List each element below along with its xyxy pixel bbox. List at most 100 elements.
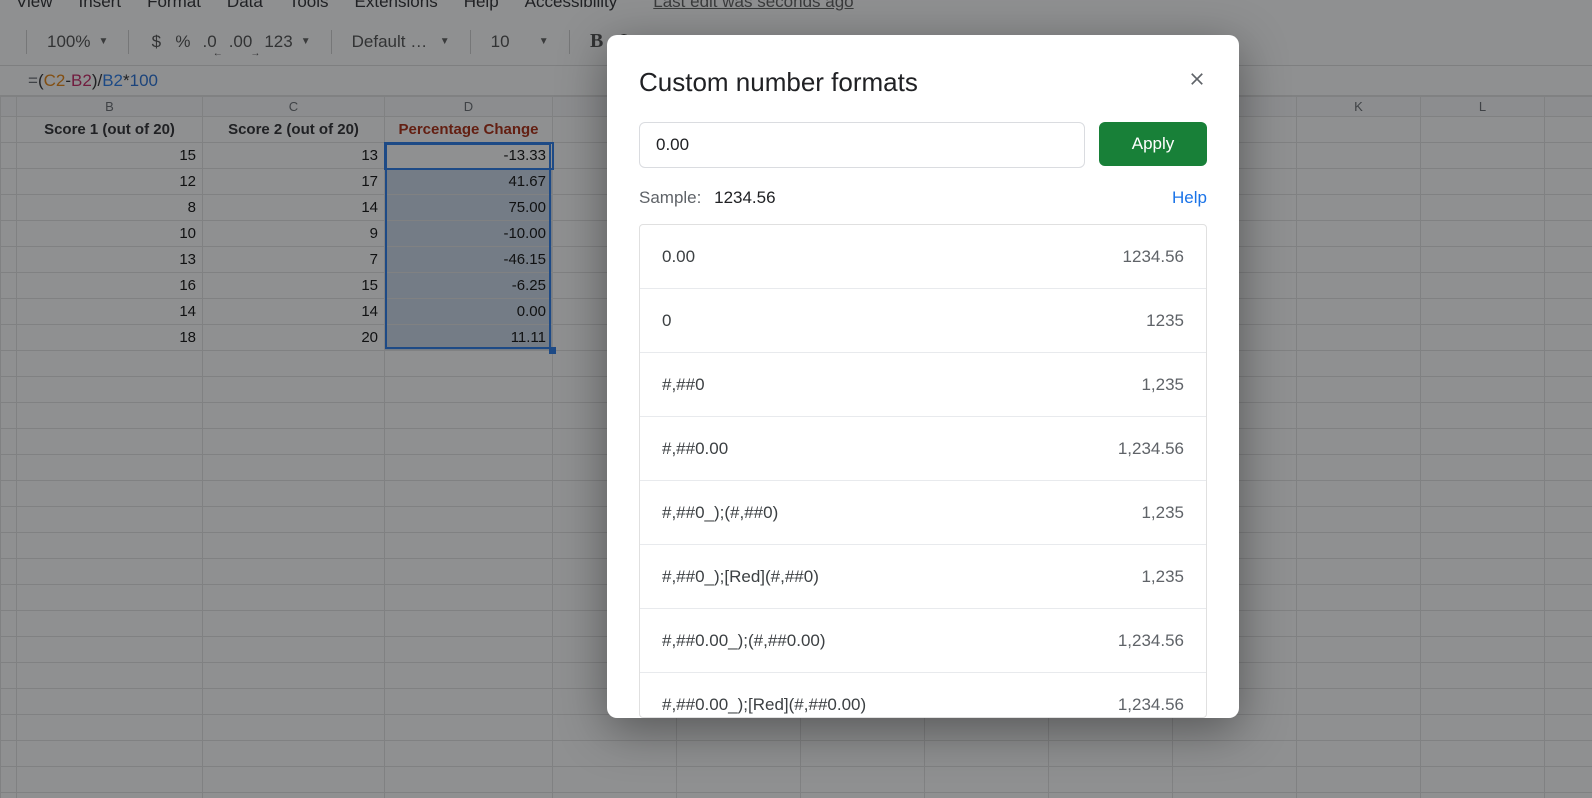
cell[interactable] (385, 767, 553, 793)
cell[interactable] (17, 377, 203, 403)
row-header[interactable] (1, 689, 17, 715)
cell[interactable] (1545, 377, 1592, 403)
cell-C-8[interactable]: 14 (203, 299, 385, 325)
cell[interactable] (203, 559, 385, 585)
cell[interactable] (925, 715, 1049, 741)
cell[interactable] (1545, 117, 1592, 143)
cell[interactable] (553, 741, 677, 767)
cell[interactable] (1545, 793, 1592, 798)
format-option-0[interactable]: 0.001234.56 (640, 225, 1206, 289)
format-option-4[interactable]: #,##0_);(#,##0)1,235 (640, 481, 1206, 545)
cell[interactable] (17, 663, 203, 689)
cell[interactable] (1297, 117, 1421, 143)
cell[interactable] (1297, 273, 1421, 299)
cell-B-3[interactable]: 12 (17, 169, 203, 195)
row-header[interactable] (1, 663, 17, 689)
cell[interactable] (1297, 169, 1421, 195)
cell[interactable] (1297, 793, 1421, 798)
cell[interactable] (1421, 559, 1545, 585)
row-header[interactable] (1, 273, 17, 299)
cell[interactable] (203, 585, 385, 611)
cell[interactable] (385, 793, 553, 798)
cell-B-6[interactable]: 13 (17, 247, 203, 273)
cell[interactable] (385, 481, 553, 507)
cell[interactable] (1421, 637, 1545, 663)
row-header[interactable] (1, 325, 17, 351)
col-header-K[interactable]: K (1297, 97, 1421, 117)
edit-status[interactable]: Last edit was seconds ago (653, 0, 853, 12)
cell-D-9[interactable]: 11.11 (385, 325, 553, 351)
cell[interactable] (801, 715, 925, 741)
menu-extensions[interactable]: Extensions (355, 0, 438, 12)
cell-D-6[interactable]: -46.15 (385, 247, 553, 273)
cell[interactable] (1421, 195, 1545, 221)
cell[interactable] (1545, 429, 1592, 455)
cell[interactable] (203, 377, 385, 403)
cell-D-7[interactable]: -6.25 (385, 273, 553, 299)
cell-C-2[interactable]: 13 (203, 143, 385, 169)
cell[interactable] (17, 429, 203, 455)
cell[interactable] (1421, 299, 1545, 325)
row-header[interactable] (1, 169, 17, 195)
cell[interactable] (1545, 715, 1592, 741)
cell[interactable] (1421, 221, 1545, 247)
row-header[interactable] (1, 507, 17, 533)
cell[interactable] (385, 533, 553, 559)
cell[interactable] (1545, 585, 1592, 611)
font-size-dropdown[interactable]: 10 ▼ (485, 27, 555, 57)
format-option-7[interactable]: #,##0.00_);[Red](#,##0.00)1,234.56 (640, 673, 1206, 718)
cell[interactable] (385, 455, 553, 481)
select-all-corner[interactable] (1, 97, 17, 117)
cell[interactable] (203, 429, 385, 455)
font-family-dropdown[interactable]: Default (Ari… ▼ (346, 27, 456, 57)
cell[interactable] (801, 793, 925, 798)
cell[interactable] (1421, 767, 1545, 793)
cell-D-2[interactable]: -13.33 (385, 143, 553, 169)
cell[interactable] (385, 663, 553, 689)
menu-data[interactable]: Data (227, 0, 263, 12)
col-header-D[interactable]: D (385, 97, 553, 117)
row-header[interactable] (1, 221, 17, 247)
cell[interactable] (1297, 221, 1421, 247)
cell[interactable] (1049, 793, 1173, 798)
bold-button[interactable]: B (584, 27, 610, 57)
cell[interactable] (1049, 767, 1173, 793)
cell[interactable] (17, 507, 203, 533)
format-input[interactable] (639, 122, 1085, 168)
cell[interactable] (203, 455, 385, 481)
cell[interactable] (17, 403, 203, 429)
cell[interactable] (17, 533, 203, 559)
cell[interactable] (1297, 507, 1421, 533)
row-header[interactable] (1, 195, 17, 221)
menu-view[interactable]: View (16, 0, 53, 12)
format-option-3[interactable]: #,##0.001,234.56 (640, 417, 1206, 481)
cell-B-9[interactable]: 18 (17, 325, 203, 351)
cell[interactable] (553, 767, 677, 793)
cell[interactable] (1421, 585, 1545, 611)
cell[interactable] (1297, 559, 1421, 585)
cell[interactable] (925, 767, 1049, 793)
cell[interactable] (1297, 299, 1421, 325)
cell[interactable] (1421, 273, 1545, 299)
cell-B-5[interactable]: 10 (17, 221, 203, 247)
menu-format[interactable]: Format (147, 0, 201, 12)
cell[interactable] (1297, 403, 1421, 429)
cell[interactable] (1545, 221, 1592, 247)
cell[interactable] (1545, 169, 1592, 195)
cell[interactable] (1421, 325, 1545, 351)
cell[interactable] (1545, 611, 1592, 637)
col-header-L[interactable]: L (1421, 97, 1545, 117)
row-header[interactable] (1, 715, 17, 741)
cell[interactable] (1545, 273, 1592, 299)
format-option-2[interactable]: #,##01,235 (640, 353, 1206, 417)
row-header[interactable] (1, 741, 17, 767)
cell-B-7[interactable]: 16 (17, 273, 203, 299)
row-header[interactable] (1, 559, 17, 585)
cell[interactable] (1421, 481, 1545, 507)
cell[interactable] (1297, 377, 1421, 403)
row-header[interactable] (1, 247, 17, 273)
cell[interactable] (1049, 715, 1173, 741)
cell[interactable] (385, 611, 553, 637)
cell[interactable] (1421, 715, 1545, 741)
cell[interactable] (1421, 793, 1545, 798)
